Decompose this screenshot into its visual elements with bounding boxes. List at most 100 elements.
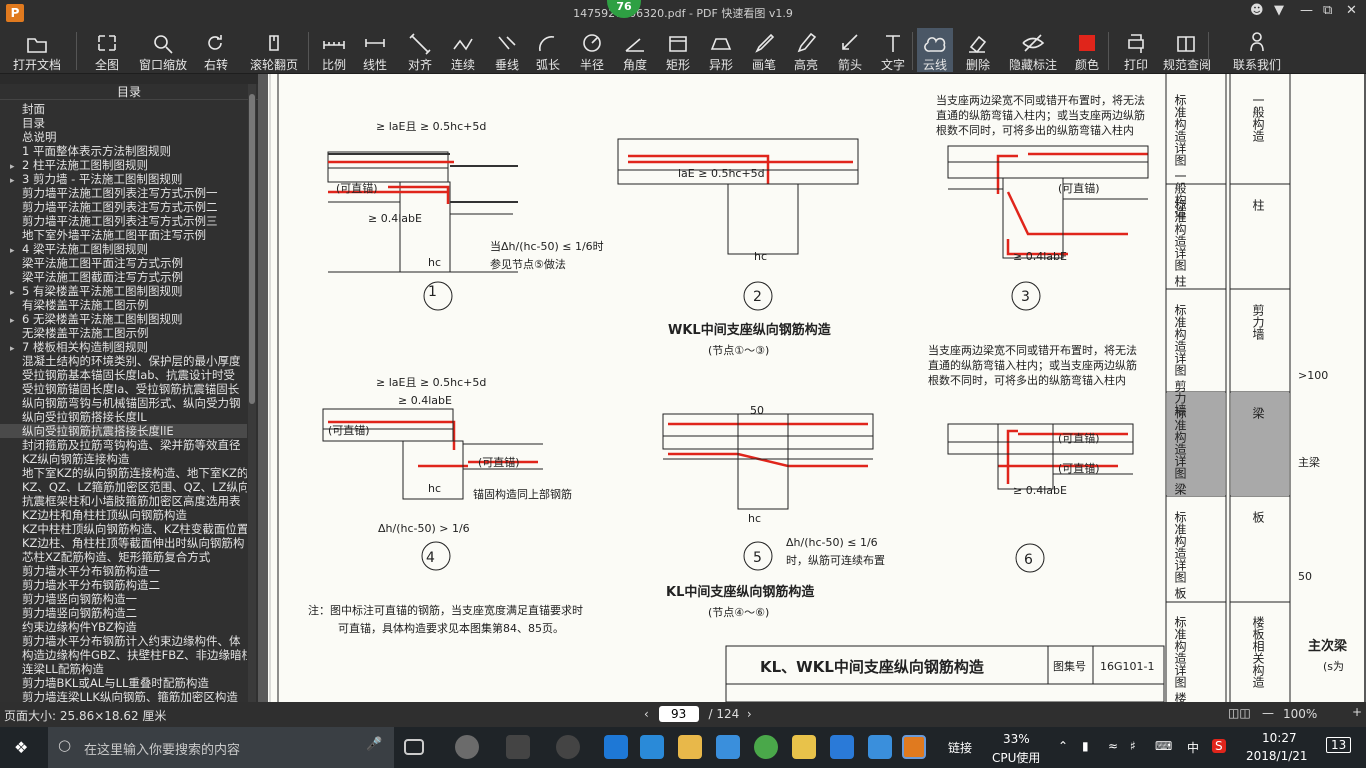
toc-item[interactable]: ▸ 3 剪力墙 - 平法施工图制图规则: [0, 172, 247, 186]
toolbar-button-fullscreen[interactable]: 全图: [88, 28, 126, 72]
app-icon-8[interactable]: [716, 735, 740, 759]
toc-item[interactable]: 剪力墙水平分布钢筋构造一: [0, 564, 247, 578]
toc-item[interactable]: 剪力墙竖向钢筋构造一: [0, 592, 247, 606]
microphone-icon[interactable]: 🎤: [366, 737, 382, 752]
toc-scrollbar[interactable]: [248, 84, 256, 702]
expand-arrow-icon[interactable]: ▸: [10, 314, 22, 326]
section-tab[interactable]: 标准构造详图 楼板相关构造: [1173, 616, 1187, 702]
toc-item[interactable]: ▸ 6 无梁楼盖平法施工图制图规则: [0, 312, 247, 326]
toc-item[interactable]: 有梁楼盖平法施工图示例: [0, 298, 247, 312]
toolbar-button-hide-eye[interactable]: 隐藏标注: [1004, 28, 1062, 72]
toc-item[interactable]: 受拉钢筋基本锚固长度lab、抗震设计时受: [0, 368, 247, 382]
toolbar-button-arrow[interactable]: 箭头: [832, 28, 868, 72]
toolbar-button-aligned-dimension[interactable]: 对齐: [402, 28, 438, 72]
restore-icon[interactable]: ⧉: [1323, 3, 1332, 18]
toc-item[interactable]: 混凝土结构的环境类别、保护层的最小厚度: [0, 354, 247, 368]
app-icon-12[interactable]: [868, 735, 892, 759]
notification-badge[interactable]: 13: [1326, 737, 1352, 753]
menu-dropdown-icon[interactable]: ▼: [1274, 3, 1284, 18]
expand-arrow-icon[interactable]: ▸: [10, 160, 22, 172]
toc-item[interactable]: 梁平法施工图截面注写方式示例: [0, 270, 247, 284]
toc-item[interactable]: 连梁LL配筋构造: [0, 662, 247, 676]
toc-item[interactable]: 剪力墙连梁LLK纵向钢筋、箍筋加密区构造: [0, 690, 247, 702]
toolbar-button-continuous-dimension[interactable]: 连续: [445, 28, 481, 72]
section-tab-right[interactable]: 板: [1251, 511, 1265, 524]
toolbar-button-radius[interactable]: 半径: [574, 28, 610, 72]
app-icon-9[interactable]: [754, 735, 778, 759]
user-icon[interactable]: ☻: [1250, 3, 1264, 18]
expand-arrow-icon[interactable]: ▸: [10, 244, 22, 256]
toc-item[interactable]: KZ中柱柱顶纵向钢筋构造、KZ柱变截面位置: [0, 522, 247, 536]
toc-item[interactable]: 目录: [0, 116, 247, 130]
toc-item[interactable]: 剪力墙平法施工图列表注写方式示例三: [0, 214, 247, 228]
ie-icon[interactable]: [640, 735, 664, 759]
expand-arrow-icon[interactable]: ▸: [10, 286, 22, 298]
toc-item[interactable]: ▸ 5 有梁楼盖平法施工图制图规则: [0, 284, 247, 298]
prev-page-icon[interactable]: ‹: [644, 707, 649, 721]
clock-time[interactable]: 10:27: [1262, 731, 1297, 745]
toc-item[interactable]: 地下室KZ的纵向钢筋连接构造、地下室KZ的: [0, 466, 247, 480]
toc-item[interactable]: 剪力墙平法施工图列表注写方式示例一: [0, 186, 247, 200]
toolbar-button-printer[interactable]: 打印: [1118, 28, 1154, 72]
file-explorer-icon[interactable]: [678, 735, 702, 759]
toc-item[interactable]: 1 平面整体表示方法制图规则: [0, 144, 247, 158]
section-tab[interactable]: 标准构造详图 剪力墙: [1173, 304, 1187, 417]
toolbar-button-eraser[interactable]: 删除: [960, 28, 996, 72]
toc-item[interactable]: 无梁楼盖平法施工图示例: [0, 326, 247, 340]
edge-icon[interactable]: [604, 735, 628, 759]
toolbar-button-rectangle[interactable]: 矩形: [660, 28, 696, 72]
toc-item[interactable]: ▸ 4 梁平法施工图制图规则: [0, 242, 247, 256]
toolbar-button-contact[interactable]: 联系我们: [1228, 28, 1286, 72]
toc-item[interactable]: 受拉钢筋锚固长度la、受拉钢筋抗震锚固长: [0, 382, 247, 396]
toc-item[interactable]: ▸ 2 柱平法施工图制图规则: [0, 158, 247, 172]
battery-icon[interactable]: ▮: [1082, 739, 1089, 753]
section-tab-right[interactable]: 楼板相关构造: [1251, 615, 1265, 688]
toc-item[interactable]: 梁平法施工图平面注写方式示例: [0, 256, 247, 270]
toolbar-button-book[interactable]: 规范查阅: [1162, 28, 1212, 72]
toc-item[interactable]: 地下室外墙平法施工图平面注写示例: [0, 228, 247, 242]
toc-item[interactable]: 总说明: [0, 130, 247, 144]
wifi-icon[interactable]: ≈: [1108, 739, 1118, 753]
toolbar-button-zoom-window[interactable]: 窗口缩放: [134, 28, 192, 72]
toc-item[interactable]: 纵向受拉钢筋抗震搭接长度llE: [0, 424, 247, 438]
toolbar-button-angle[interactable]: 角度: [617, 28, 653, 72]
pdf-viewer-task-icon[interactable]: [902, 735, 926, 759]
toc-item[interactable]: KZ、QZ、LZ箍筋加密区范围、QZ、LZ纵向钢: [0, 480, 247, 494]
toc-item[interactable]: 约束边缘构件YBZ构造: [0, 620, 247, 634]
ime-indicator[interactable]: 中: [1187, 739, 1199, 756]
toc-item[interactable]: 剪力墙水平分布钢筋构造二: [0, 578, 247, 592]
toolbar-button-text[interactable]: 文字: [875, 28, 911, 72]
document-viewer[interactable]: ≥ laE且 ≥ 0.5hc+5d (可直锚) ≥ 0.4labE hc 当Δh…: [258, 74, 1366, 702]
section-tab[interactable]: 标准构造详图 梁: [1173, 407, 1187, 495]
minimize-icon[interactable]: —: [1300, 3, 1313, 18]
toolbar-button-color-swatch[interactable]: 颜色: [1069, 28, 1105, 72]
section-tab[interactable]: 标准构造详图 板: [1173, 511, 1187, 600]
app-icon-11[interactable]: [830, 735, 854, 759]
expand-arrow-icon[interactable]: ▸: [10, 174, 22, 186]
view-mode-icon[interactable]: ◫◫: [1228, 706, 1251, 720]
toc-item[interactable]: 剪力墙平法施工图列表注写方式示例二: [0, 200, 247, 214]
notes-icon[interactable]: [792, 735, 816, 759]
close-icon[interactable]: ✕: [1346, 3, 1357, 18]
toc-item[interactable]: KZ纵向钢筋连接构造: [0, 452, 247, 466]
toolbar-button-highlighter[interactable]: 高亮: [788, 28, 824, 72]
toolbar-button-pen[interactable]: 画笔: [746, 28, 782, 72]
toolbar-button-perpendicular[interactable]: 垂线: [489, 28, 525, 72]
app-icon-1[interactable]: [455, 735, 479, 759]
toc-scroll-thumb[interactable]: [249, 94, 255, 404]
toolbar-button-polygon[interactable]: 异形: [703, 28, 739, 72]
tray-chevron-icon[interactable]: ⌃: [1058, 739, 1068, 753]
toc-item[interactable]: 纵向钢筋弯钩与机械锚固形式、纵向受力钢: [0, 396, 247, 410]
section-tab-right[interactable]: 一般构造: [1251, 94, 1265, 142]
keyboard-icon[interactable]: ⌨: [1155, 739, 1172, 753]
zoom-out-icon[interactable]: —: [1262, 706, 1274, 720]
toc-item[interactable]: 剪力墙竖向钢筋构造二: [0, 606, 247, 620]
toolbar-button-linear-dimension[interactable]: 线性: [356, 28, 394, 72]
windows-start-icon[interactable]: ❖: [14, 738, 28, 757]
toc-item[interactable]: 构造边缘构件GBZ、扶壁柱FBZ、非边缘暗柱: [0, 648, 247, 662]
toolbar-button-mouse-wheel[interactable]: 滚轮翻页: [245, 28, 303, 72]
toc-item[interactable]: 纵向受拉钢筋搭接长度lL: [0, 410, 247, 424]
tray-link[interactable]: 链接: [948, 739, 972, 756]
section-tab-right[interactable]: 梁: [1251, 406, 1265, 419]
expand-arrow-icon[interactable]: ▸: [10, 342, 22, 354]
